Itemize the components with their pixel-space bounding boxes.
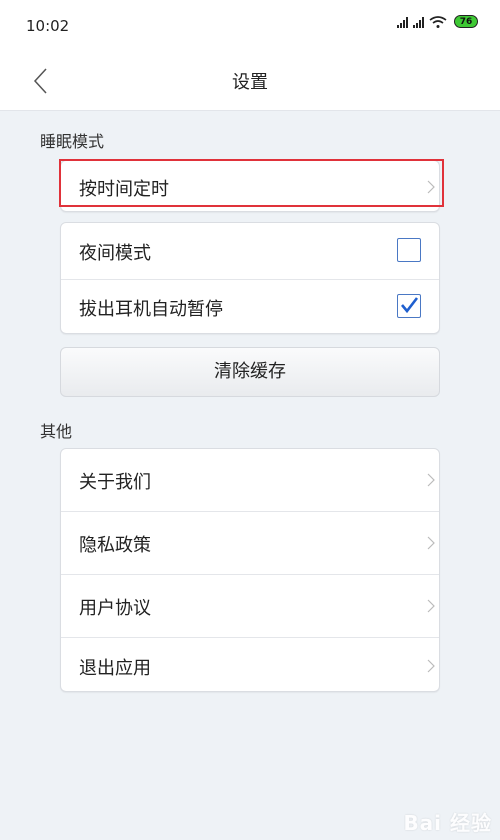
list-item-privacy-policy[interactable]: 隐私政策 bbox=[61, 512, 439, 575]
night-mode-label: 夜间模式 bbox=[79, 243, 151, 264]
list-item-timer[interactable]: 按时间定时 bbox=[61, 161, 439, 213]
page-title: 设置 bbox=[232, 72, 268, 93]
chevron-right-icon bbox=[427, 180, 435, 194]
wifi-icon bbox=[429, 16, 447, 28]
list-item-night-mode[interactable]: 夜间模式 bbox=[61, 223, 439, 280]
section-label-other: 其他 bbox=[40, 422, 73, 441]
watermark: Bai 经验 bbox=[403, 811, 492, 835]
toggles-card: 夜间模式 拔出耳机自动暂停 bbox=[60, 222, 440, 334]
chevron-right-icon bbox=[427, 536, 435, 550]
user-agreement-label: 用户协议 bbox=[79, 598, 151, 619]
timer-label: 按时间定时 bbox=[79, 179, 169, 200]
clear-cache-button[interactable]: 清除缓存 bbox=[60, 347, 440, 397]
section-label-sleep-mode: 睡眠模式 bbox=[40, 132, 105, 151]
chevron-right-icon bbox=[427, 599, 435, 613]
status-icons: 76 bbox=[397, 15, 478, 28]
privacy-policy-label: 隐私政策 bbox=[79, 535, 151, 556]
headphone-pause-checkbox[interactable] bbox=[397, 294, 421, 318]
timer-card: 按时间定时 bbox=[60, 160, 440, 212]
battery-icon: 76 bbox=[454, 15, 478, 28]
headphone-pause-label: 拔出耳机自动暂停 bbox=[79, 299, 223, 320]
status-bar: 10:02 76 bbox=[0, 0, 500, 52]
checkmark-icon bbox=[401, 297, 419, 314]
cellular-signal-icon bbox=[413, 16, 424, 28]
chevron-right-icon bbox=[427, 659, 435, 673]
other-card: 关于我们 隐私政策 用户协议 退出应用 bbox=[60, 448, 440, 692]
list-item-user-agreement[interactable]: 用户协议 bbox=[61, 575, 439, 638]
list-item-about-us[interactable]: 关于我们 bbox=[61, 449, 439, 512]
status-time: 10:02 bbox=[26, 17, 70, 35]
title-bar: 设置 bbox=[0, 52, 500, 111]
list-item-exit-app[interactable]: 退出应用 bbox=[61, 638, 439, 694]
exit-app-label: 退出应用 bbox=[79, 658, 151, 679]
list-item-headphone-pause[interactable]: 拔出耳机自动暂停 bbox=[61, 280, 439, 334]
cellular-signal-icon bbox=[397, 16, 408, 28]
chevron-right-icon bbox=[427, 473, 435, 487]
about-us-label: 关于我们 bbox=[79, 472, 151, 493]
night-mode-checkbox[interactable] bbox=[397, 238, 421, 262]
